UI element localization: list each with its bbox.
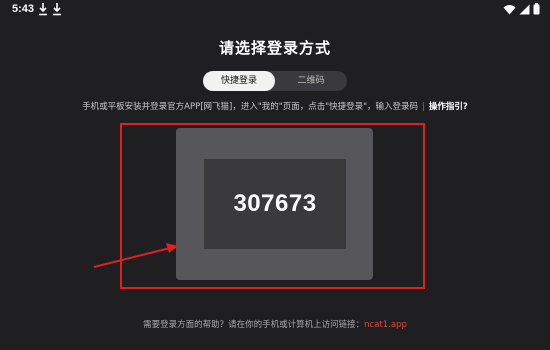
help-link[interactable]: ncat1.app bbox=[364, 320, 407, 330]
annotation-arrow-icon bbox=[93, 243, 178, 268]
footer-help-text: 需要登录方面的帮助？请在你的手机或计算机上访问链接： bbox=[143, 320, 365, 330]
help-footer: 需要登录方面的帮助？请在你的手机或计算机上访问链接：ncat1.app bbox=[0, 318, 550, 330]
